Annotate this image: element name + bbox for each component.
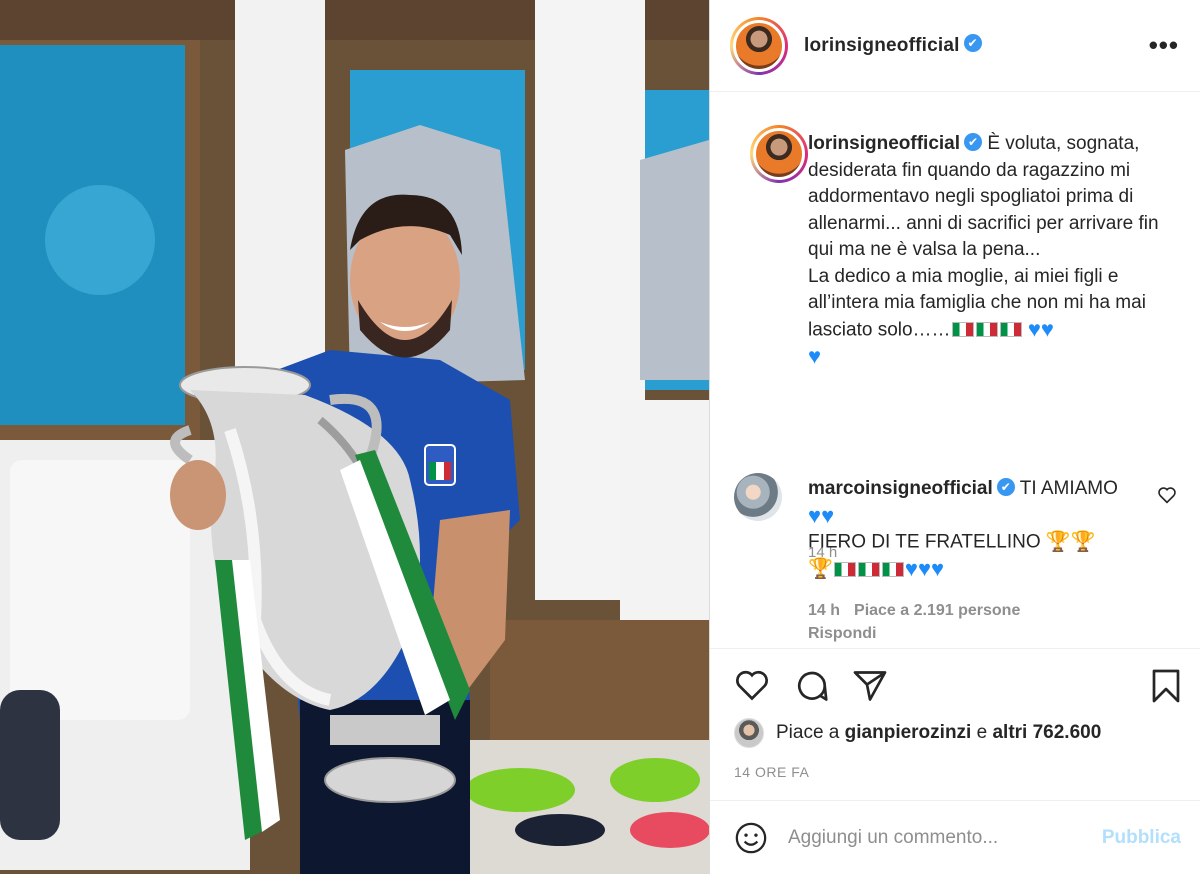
caption-avatar[interactable] — [750, 125, 808, 183]
trophy-icon: 🏆 — [1045, 531, 1071, 554]
trophy-icon: 🏆 — [808, 558, 833, 581]
liker-avatar[interactable] — [734, 718, 764, 748]
comment-line-2: FIERO DI TE FRATELLINO — [808, 531, 1041, 553]
caption-text: lorinsigneofficial ✔ È voluta, sognata, d… — [808, 131, 1168, 370]
heart-icon[interactable] — [734, 668, 770, 702]
comment-text: marcoinsigneofficial ✔ TI AMIAMO ♥♥ FIERO… — [808, 476, 1138, 583]
italy-flag-icon — [857, 561, 880, 577]
post-header: lorinsigneofficial ✔ ••• — [710, 0, 1200, 92]
comment-icon[interactable] — [794, 668, 830, 704]
post-age: 14 ORE FA — [734, 764, 810, 780]
post-photo[interactable] — [0, 0, 709, 874]
author-avatar[interactable] — [730, 16, 788, 75]
italy-flag-icon — [951, 322, 974, 338]
comment-time: 14 h — [808, 602, 841, 619]
post-sidebar: lorinsigneofficial ✔ ••• lorinsigneoffici… — [709, 0, 1200, 874]
italy-flag-icon — [999, 322, 1022, 338]
caption-username[interactable]: lorinsigneofficial — [808, 133, 960, 154]
italy-flag-icon — [975, 322, 998, 338]
reply-button[interactable]: Rispondi — [808, 625, 876, 643]
comment-like-heart-icon[interactable] — [1157, 486, 1177, 504]
add-comment-bar: Pubblica — [710, 801, 1200, 874]
commenter-avatar[interactable] — [734, 473, 782, 521]
comment-input[interactable] — [788, 826, 1068, 849]
commenter-username[interactable]: marcoinsigneofficial — [808, 478, 993, 499]
blue-heart-icon: ♥ — [904, 556, 918, 582]
author-username[interactable]: lorinsigneofficial ✔ — [804, 34, 982, 57]
blue-heart-icon: ♥ — [821, 502, 835, 528]
blue-heart-icon: ♥ — [1040, 316, 1054, 342]
likes-prefix: Piace a — [776, 722, 840, 743]
blue-heart-icon: ♥ — [1027, 316, 1041, 342]
liker-username[interactable]: gianpierozinzi — [845, 722, 972, 744]
verified-icon: ✔ — [964, 132, 983, 151]
more-icon[interactable]: ••• — [1149, 30, 1179, 61]
blue-heart-icon: ♥ — [808, 343, 822, 369]
comment-meta: 14 h Piace a 2.191 persone — [808, 602, 1034, 620]
emoji-icon[interactable] — [734, 821, 768, 855]
comment-likes[interactable]: Piace a 2.191 persone — [854, 602, 1020, 619]
trophy-icon: 🏆 — [1070, 531, 1096, 554]
verified-icon: ✔ — [996, 477, 1015, 496]
italy-flag-icon — [881, 561, 904, 577]
divider — [710, 648, 1200, 649]
author-username-text[interactable]: lorinsigneofficial — [804, 35, 960, 56]
blue-heart-icon: ♥ — [917, 556, 932, 582]
share-icon[interactable] — [852, 668, 888, 704]
blue-heart-icon: ♥ — [808, 502, 822, 528]
blue-heart-icon: ♥ — [931, 556, 945, 582]
likes-others[interactable]: altri 762.600 — [992, 722, 1101, 744]
action-bar — [710, 660, 1200, 710]
verified-icon: ✔ — [963, 34, 982, 53]
publish-button[interactable]: Pubblica — [1102, 827, 1181, 849]
likes-conj: e — [976, 722, 988, 743]
locker-room-trophy-image — [0, 0, 709, 874]
likes-row: Piace a gianpierozinzi e altri 762.600 — [734, 718, 1101, 748]
instagram-post: lorinsigneofficial ✔ ••• lorinsigneoffici… — [0, 0, 1200, 874]
italy-flag-icon — [833, 561, 856, 577]
comment-line-1: TI AMIAMO — [1019, 478, 1118, 499]
bookmark-icon[interactable] — [1150, 668, 1182, 704]
